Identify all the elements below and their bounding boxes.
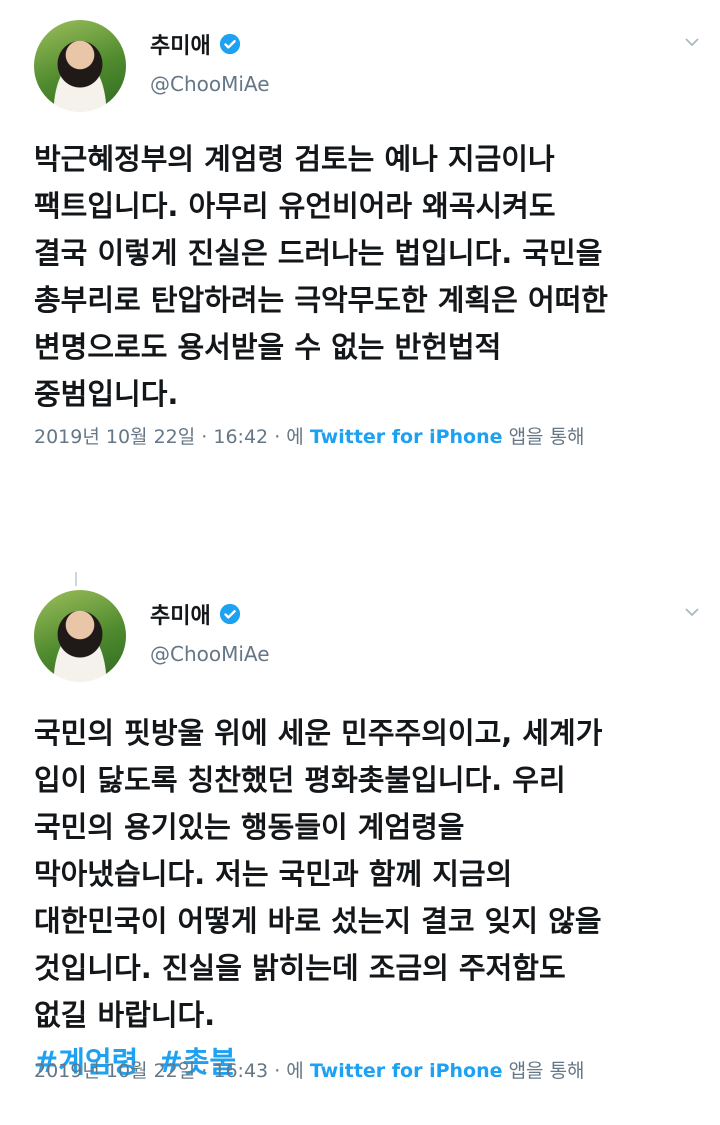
chevron-down-icon[interactable] [684, 36, 700, 48]
author-name-row[interactable]: 추미애 [150, 598, 241, 630]
tweet-text-line: 중범입니다. [34, 377, 179, 411]
tweet-meta: 2019년 10월 22일 · 16:43 · 에 Twitter for iP… [34, 1060, 585, 1082]
tweet-time[interactable]: 16:42 [213, 426, 268, 448]
tweet-text-line: 것입니다. 진실을 밝히는데 조금의 주저함도 [34, 951, 566, 985]
tweet-text-line: 입이 닳도록 칭찬했던 평화촛불입니다. 우리 [34, 763, 566, 797]
tweet-text-line: 팩트입니다. 아무리 유언비어라 왜곡시켜도 [34, 189, 556, 223]
avatar[interactable] [34, 590, 126, 682]
tweet-text-line: 없길 바랍니다. [34, 998, 216, 1032]
tweet-time[interactable]: 16:43 [213, 1060, 268, 1082]
tweet-text-line: 결국 이렇게 진실은 드러나는 법입니다. 국민을 [34, 236, 603, 270]
tweet-text-line: 대한민국이 어떻게 바로 섰는지 결코 잊지 않을 [34, 904, 602, 938]
avatar[interactable] [34, 20, 126, 112]
tweet-text-line: 총부리로 탄압하려는 극악무도한 계획은 어떠한 [34, 283, 608, 317]
tweet-text-line: 국민의 핏방울 위에 세운 민주주의이고, 세계가 [34, 716, 603, 750]
author-name-row[interactable]: 추미애 [150, 28, 241, 60]
verified-badge-icon [219, 33, 240, 55]
tweet-date[interactable]: 2019년 10월 22일 [34, 1060, 195, 1082]
tweet-via: 에 [286, 426, 304, 448]
tweet-text-line: 박근혜정부의 계엄령 검토는 예나 지금이나 [34, 142, 555, 176]
author-handle[interactable]: @ChooMiAe [150, 72, 270, 96]
tweet-text-line: 국민의 용기있는 행동들이 계엄령을 [34, 810, 465, 844]
tweet-source-link[interactable]: Twitter for iPhone [310, 1060, 503, 1082]
author-name[interactable]: 추미애 [150, 598, 211, 630]
tweet-source-link[interactable]: Twitter for iPhone [310, 426, 503, 448]
tweet-meta: 2019년 10월 22일 · 16:42 · 에 Twitter for iP… [34, 426, 585, 448]
tweet-text-line: 막아냈습니다. 저는 국민과 함께 지금의 [34, 857, 513, 891]
chevron-down-icon[interactable] [684, 606, 700, 618]
tweet-text-line: 변명으로도 용서받을 수 없는 반헌법적 [34, 330, 502, 364]
tweet-1: 추미애 @ChooMiAe 박근혜정부의 계엄령 검토는 예나 지금이나 팩트입… [0, 0, 720, 470]
author-name[interactable]: 추미애 [150, 28, 211, 60]
tweet-text: 박근혜정부의 계엄령 검토는 예나 지금이나 팩트입니다. 아무리 유언비어라 … [34, 136, 694, 418]
tweet-date[interactable]: 2019년 10월 22일 [34, 426, 195, 448]
verified-badge-icon [219, 603, 240, 625]
tweet-2: 추미애 @ChooMiAe 국민의 핏방울 위에 세운 민주주의이고, 세계가 … [0, 570, 720, 1125]
tweet-text: 국민의 핏방울 위에 세운 민주주의이고, 세계가 입이 닳도록 칭찬했던 평화… [34, 710, 694, 1086]
tweet-via: 에 [286, 1060, 304, 1082]
tweet-source-suffix: 앱을 통해 [508, 1060, 585, 1082]
tweet-source-suffix: 앱을 통해 [508, 426, 585, 448]
author-handle[interactable]: @ChooMiAe [150, 642, 270, 666]
